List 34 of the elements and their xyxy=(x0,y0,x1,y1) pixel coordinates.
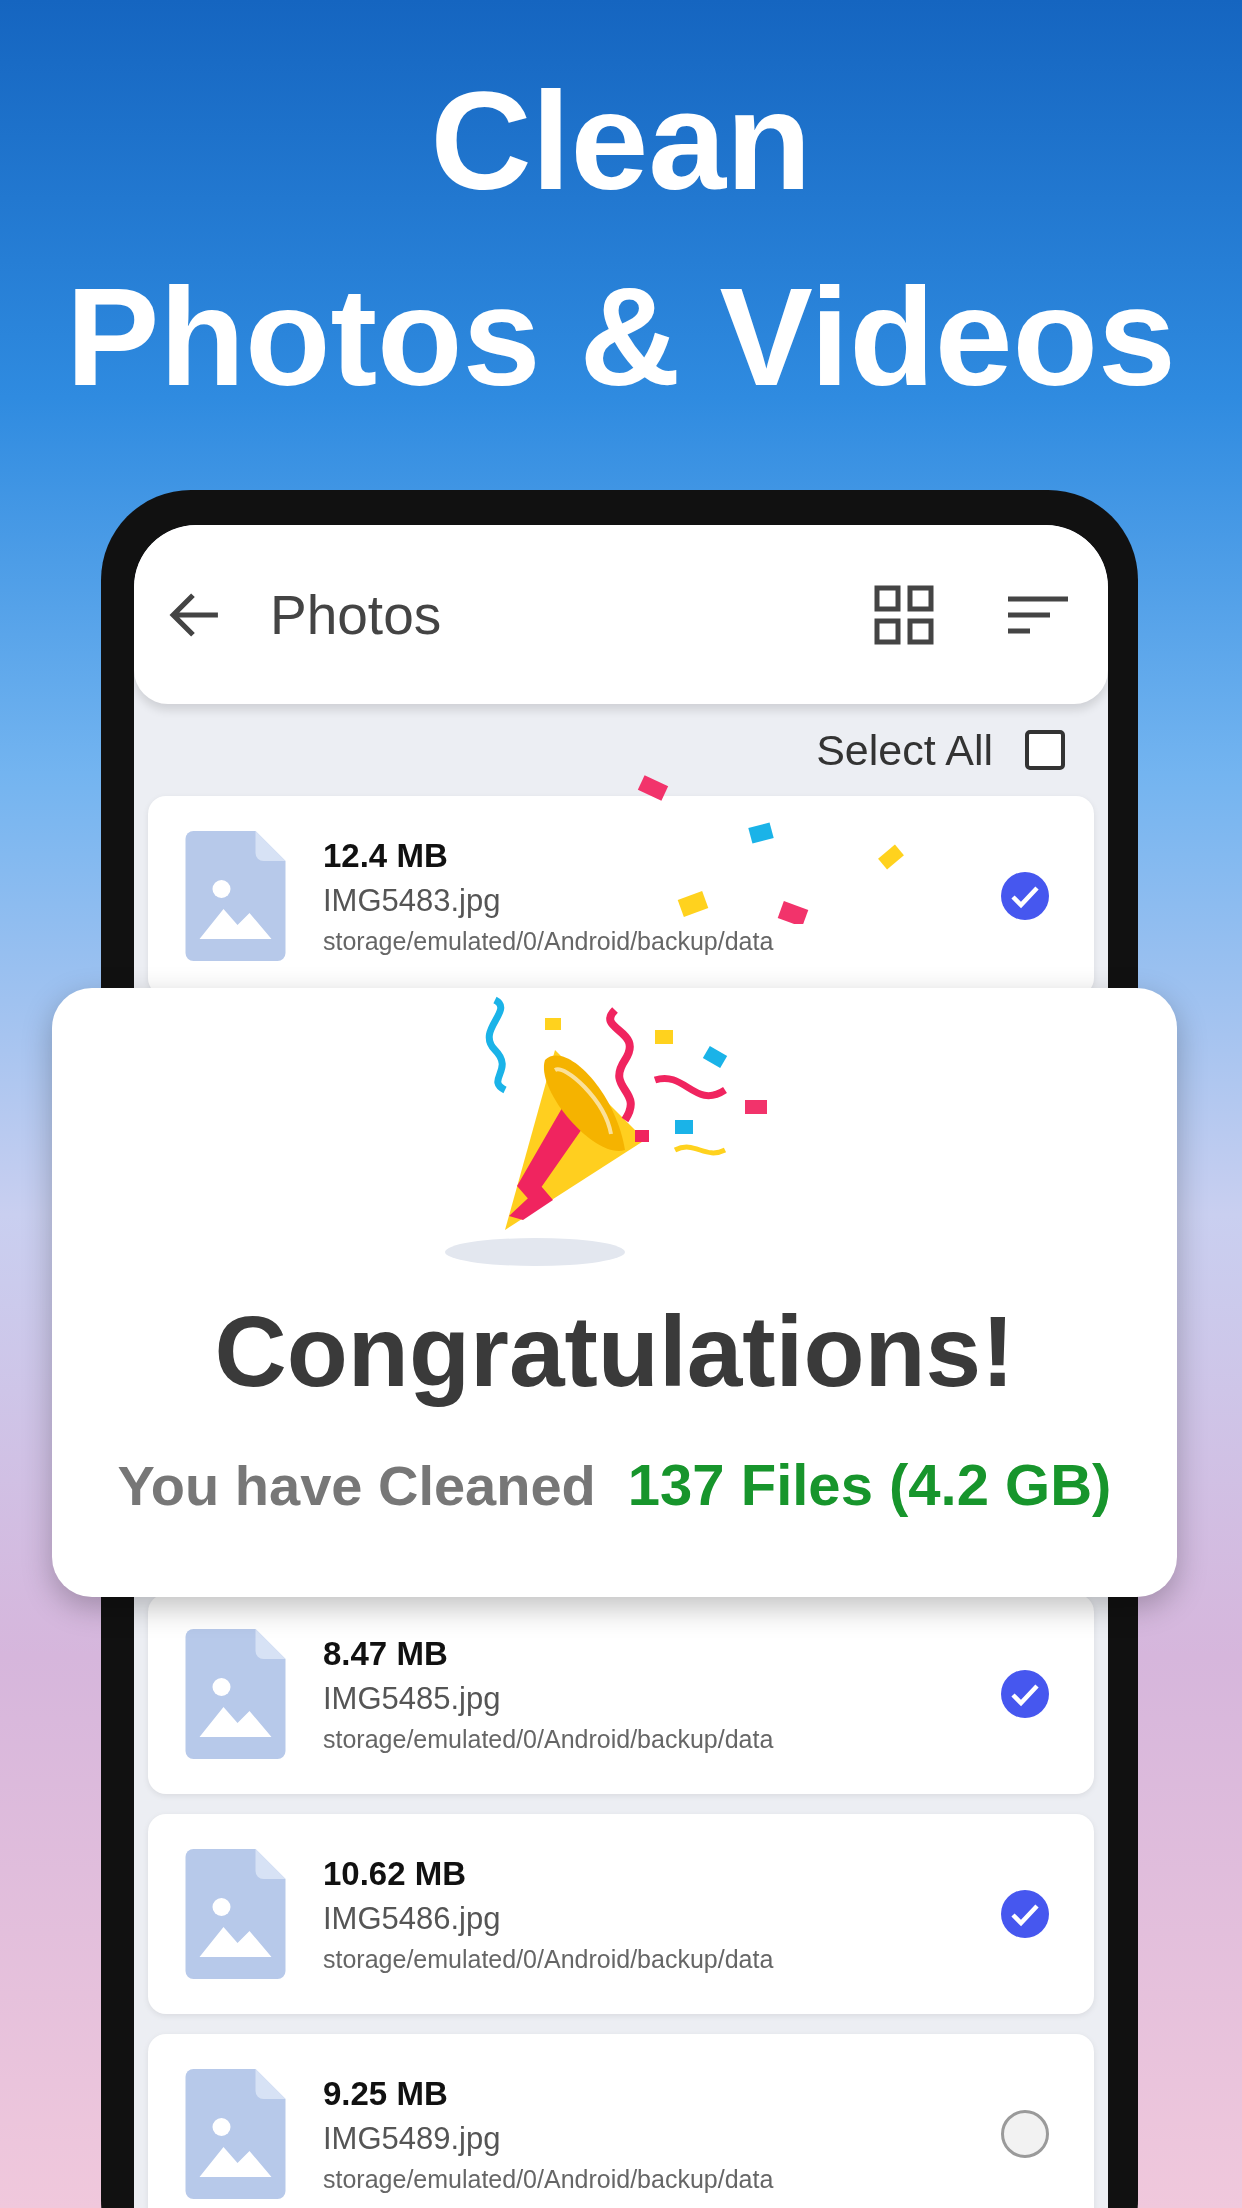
file-path: storage/emulated/0/Android/backup/data xyxy=(323,1724,775,1754)
unchecked-circle-icon[interactable] xyxy=(1000,2109,1050,2159)
back-arrow-icon[interactable] xyxy=(168,591,220,638)
checked-circle-icon[interactable] xyxy=(1000,1889,1050,1939)
file-size: 8.47 MB xyxy=(323,1634,449,1673)
dialog-title: Congratulations! xyxy=(214,1294,1015,1409)
image-file-icon xyxy=(184,1629,287,1759)
file-card[interactable]: 10.62 MB IMG5486.jpg storage/emulated/0/Android/backup/data xyxy=(148,1814,1094,2014)
file-card[interactable]: 8.47 MB IMG5485.jpg storage/emulated/0/Android/backup/data xyxy=(148,1594,1094,1794)
file-name: IMG5486.jpg xyxy=(323,1900,502,1937)
sort-icon[interactable] xyxy=(1008,594,1068,635)
file-size: 12.4 MB xyxy=(323,836,449,875)
file-path: storage/emulated/0/Android/backup/data xyxy=(323,926,775,956)
headline: Clean xyxy=(429,61,813,221)
file-size: 10.62 MB xyxy=(323,1854,468,1893)
file-name: IMG5485.jpg xyxy=(323,1680,502,1717)
file-name: IMG5483.jpg xyxy=(323,882,502,919)
screen-title: Photos xyxy=(270,582,443,647)
select-all-checkbox[interactable] xyxy=(1025,730,1065,770)
headline: Photos & Videos xyxy=(65,257,1177,417)
image-file-icon xyxy=(184,1849,287,1979)
file-path: storage/emulated/0/Android/backup/data xyxy=(323,1944,775,1974)
image-file-icon xyxy=(184,831,287,961)
cleaned-result: 137 Files (4.2 GB) xyxy=(627,1451,1112,1518)
file-size: 9.25 MB xyxy=(323,2074,449,2113)
file-path: storage/emulated/0/Android/backup/data xyxy=(323,2164,775,2194)
select-all-label: Select All xyxy=(816,725,993,775)
image-file-icon xyxy=(184,2069,287,2199)
checked-circle-icon[interactable] xyxy=(1000,871,1050,921)
cleaned-label: You have Cleaned xyxy=(117,1453,596,1518)
file-name: IMG5489.jpg xyxy=(323,2120,502,2157)
grid-view-icon[interactable] xyxy=(874,584,934,645)
file-card[interactable]: 9.25 MB IMG5489.jpg storage/emulated/0/Android/backup/data xyxy=(148,2034,1094,2208)
checked-circle-icon[interactable] xyxy=(1000,1669,1050,1719)
